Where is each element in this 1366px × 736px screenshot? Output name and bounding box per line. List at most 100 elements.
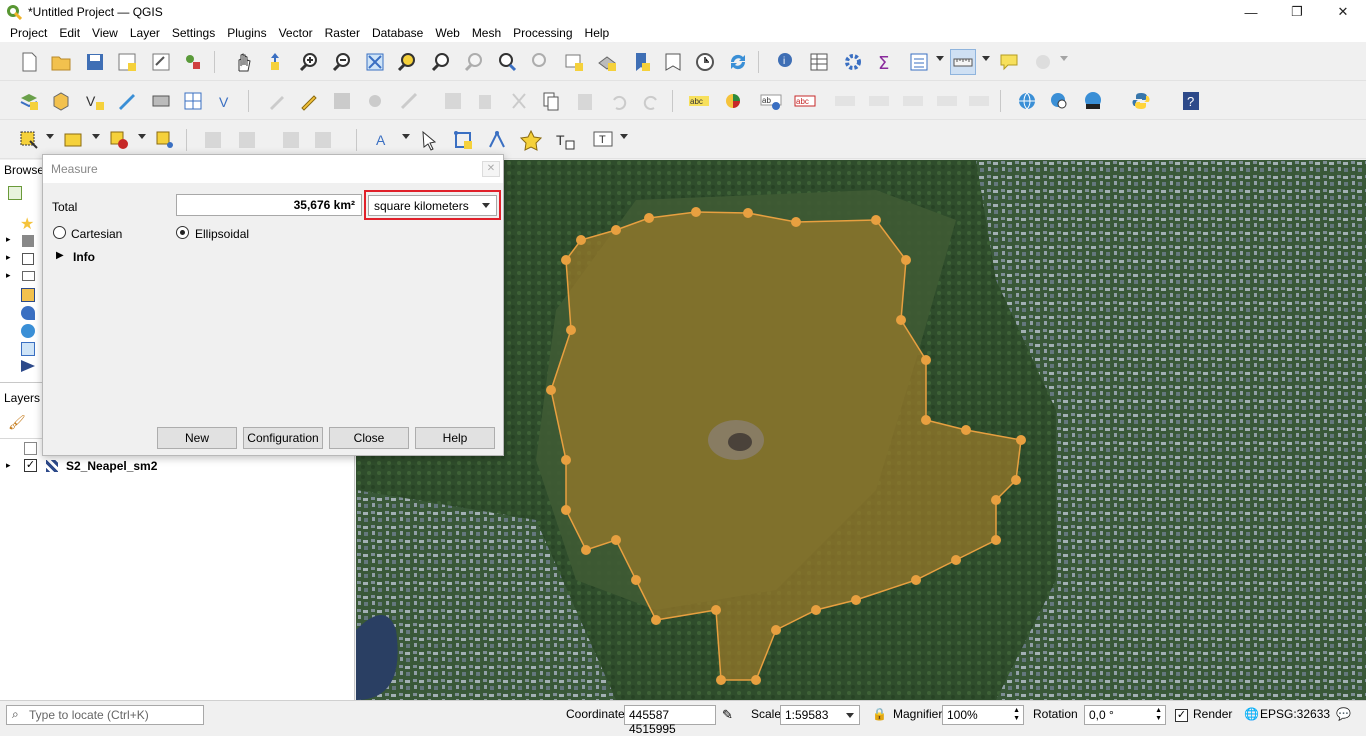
render-label[interactable]: Render (1193, 707, 1232, 721)
zoom-next-icon[interactable] (527, 49, 553, 75)
mssql-icon[interactable] (21, 342, 35, 356)
modify-attributes-icon[interactable] (440, 88, 466, 114)
layer-name[interactable]: S2_Neapel_sm2 (66, 459, 157, 473)
map-canvas[interactable] (356, 160, 1366, 700)
menu-processing[interactable]: Processing (507, 26, 578, 40)
add-text-icon[interactable]: T (552, 127, 578, 153)
zoom-out-icon[interactable] (329, 49, 355, 75)
statistical-summary-icon[interactable]: Σ (872, 49, 898, 75)
save-layer-edits-icon[interactable] (329, 88, 355, 114)
select-features-dropdown-icon[interactable] (46, 134, 54, 139)
label-toolbar-icon[interactable]: A (372, 127, 398, 153)
new-virtual-layer-icon[interactable] (148, 88, 174, 114)
highlight-pinned-labels-icon[interactable]: ab (758, 88, 784, 114)
digitizing-tool-1-icon[interactable] (200, 127, 226, 153)
open-attribute-table-icon[interactable] (806, 49, 832, 75)
new-button[interactable]: New (157, 427, 237, 449)
deselect-features-icon[interactable] (106, 127, 132, 153)
pin-labels-icon[interactable] (832, 88, 858, 114)
delete-selected-icon[interactable] (472, 88, 498, 114)
change-label-icon[interactable] (966, 88, 992, 114)
menu-help[interactable]: Help (579, 26, 616, 40)
new-shapefile-layer-icon[interactable]: V (82, 88, 108, 114)
rotate-label-icon[interactable] (934, 88, 960, 114)
zoom-to-selection-icon[interactable] (394, 49, 420, 75)
new-project-icon[interactable] (16, 49, 42, 75)
search-metasearch-icon[interactable] (1046, 88, 1072, 114)
favorites-star-icon[interactable]: ★ (20, 214, 34, 234)
expand-arrow-icon[interactable]: ▸ (6, 270, 11, 281)
menu-settings[interactable]: Settings (166, 26, 221, 40)
menu-plugins[interactable]: Plugins (221, 26, 272, 40)
new-3d-map-view-icon[interactable] (594, 49, 620, 75)
crs-label[interactable]: EPSG:32633 (1260, 707, 1330, 721)
layers-header-checkbox[interactable] (24, 442, 37, 455)
wms-icon[interactable] (21, 360, 35, 372)
select-feature-tool-icon[interactable] (416, 127, 442, 153)
text-annotation-icon[interactable]: T (590, 127, 616, 153)
show-hide-labels-icon[interactable] (866, 88, 892, 114)
move-label-icon[interactable] (900, 88, 926, 114)
menu-edit[interactable]: Edit (53, 26, 86, 40)
new-bookmark-icon[interactable] (628, 49, 654, 75)
rotation-field[interactable]: 0,0 ° ▲ ▼ (1084, 705, 1166, 725)
render-checkbox[interactable]: ✓ (1175, 709, 1188, 722)
select-by-expression-icon[interactable] (60, 127, 86, 153)
help-button[interactable]: Help (415, 427, 495, 449)
menu-layer[interactable]: Layer (124, 26, 166, 40)
digitizing-tool-3-icon[interactable] (278, 127, 304, 153)
cartesian-radio[interactable] (53, 226, 66, 239)
spinner-icon[interactable]: ▲ ▼ (1013, 707, 1020, 723)
postgis-icon[interactable] (21, 324, 35, 338)
new-mesh-layer-icon[interactable] (180, 88, 206, 114)
select-by-expression-dropdown-icon[interactable] (92, 134, 100, 139)
node-tool-icon[interactable] (450, 127, 476, 153)
info-expand-icon[interactable]: ▶ (56, 250, 64, 261)
new-temporary-layer-icon[interactable]: V (214, 88, 240, 114)
toggle-label-display-icon[interactable]: abc (792, 88, 818, 114)
data-source-manager-icon[interactable] (16, 88, 42, 114)
annotation-icon[interactable] (1030, 49, 1056, 75)
satellite-map[interactable] (356, 160, 1366, 700)
python-console-icon[interactable] (1128, 88, 1154, 114)
new-scratch-layer-icon[interactable] (114, 88, 140, 114)
scale-field[interactable]: 1:59583 (780, 705, 860, 725)
close-window-button[interactable]: ✕ (1320, 0, 1366, 24)
locator-input[interactable]: ⌕ Type to locate (Ctrl+K) (6, 705, 204, 725)
measure-tool-icon[interactable] (950, 49, 976, 75)
measure-dropdown-icon[interactable] (982, 56, 990, 61)
layer-expand-arrow-icon[interactable]: ▸ (6, 460, 11, 471)
copy-features-icon[interactable] (538, 88, 564, 114)
layer-labeling-icon[interactable]: abc (686, 88, 712, 114)
refresh-icon[interactable] (725, 49, 751, 75)
deselect-dropdown-icon[interactable] (138, 134, 146, 139)
style-manager-icon[interactable] (180, 49, 206, 75)
zoom-last-icon[interactable] (494, 49, 520, 75)
toggle-editing-icon[interactable] (296, 88, 322, 114)
add-wms-layer-icon[interactable] (1014, 88, 1040, 114)
help-icon[interactable]: ? (1178, 88, 1204, 114)
attribute-form-dropdown-icon[interactable] (936, 56, 944, 61)
menu-web[interactable]: Web (429, 26, 465, 40)
toolbox-icon[interactable] (840, 49, 866, 75)
map-tips-icon[interactable] (996, 49, 1022, 75)
pan-map-icon[interactable] (230, 49, 256, 75)
layer-diagram-icon[interactable] (720, 88, 746, 114)
add-star-icon[interactable] (518, 127, 544, 153)
ellipsoidal-label[interactable]: Ellipsoidal (195, 227, 249, 241)
menu-project[interactable]: Project (4, 26, 53, 40)
pan-to-selection-icon[interactable] (262, 49, 288, 75)
undo-icon[interactable] (606, 88, 632, 114)
identify-features-icon[interactable]: i (774, 49, 800, 75)
openlayers-plugin-icon[interactable] (1080, 88, 1106, 114)
zoom-to-layer-icon[interactable] (428, 49, 454, 75)
show-bookmarks-icon[interactable] (660, 49, 686, 75)
layout-manager-icon[interactable] (148, 49, 174, 75)
info-section-label[interactable]: Info (73, 250, 95, 264)
coordinate-field[interactable]: 445587 4515995 (624, 705, 716, 736)
label-toolbar-dropdown-icon[interactable] (402, 134, 410, 139)
spatialite-icon[interactable] (21, 306, 35, 320)
new-print-layout-icon[interactable] (114, 49, 140, 75)
add-selected-layer-icon[interactable] (8, 186, 22, 200)
menu-mesh[interactable]: Mesh (466, 26, 507, 40)
